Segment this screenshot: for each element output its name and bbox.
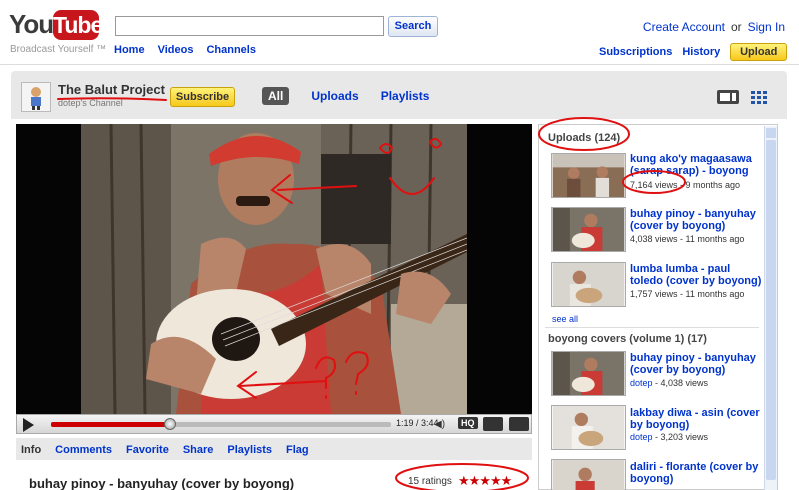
playlist-item-title[interactable]: lakbay diwa - asin (cover by boyong)	[630, 407, 762, 431]
progress-played	[51, 422, 170, 427]
scroll-up-arrow[interactable]	[766, 128, 776, 138]
volume-icon[interactable]: ◀︎)	[434, 419, 445, 430]
play-icon[interactable]	[23, 418, 34, 432]
upload-title[interactable]: lumba lumba - paul toledo (cover by boyo…	[630, 263, 762, 287]
video-thumbnail[interactable]	[551, 207, 626, 252]
upload-meta: 7,164 views - 9 months ago	[630, 180, 741, 190]
playlist-header[interactable]: boyong covers (volume 1) (17)	[548, 333, 707, 345]
upload-age: 11 months ago	[685, 234, 745, 244]
playlist-item-title[interactable]: buhay pinoy - banyuhay (cover by boyong)	[630, 352, 762, 376]
video-thumbnail[interactable]	[551, 405, 626, 450]
upload-button[interactable]: Upload	[730, 43, 788, 61]
view-count: 3,203 views	[660, 432, 709, 442]
logo-you-text: You	[9, 9, 54, 39]
nav-channels[interactable]: Channels	[206, 44, 256, 56]
header-divider	[0, 64, 799, 65]
ratings-count: 15 ratings	[408, 476, 452, 487]
tab-all[interactable]: All	[262, 87, 290, 105]
view-count: 1,757 views	[630, 289, 678, 299]
player-view-icon[interactable]	[716, 89, 740, 105]
video-title: buhay pinoy - banyuhay (cover by boyong)	[29, 476, 295, 490]
logo-tube-text: Tube	[53, 10, 103, 40]
history-link[interactable]: History	[682, 46, 720, 58]
popout-icon[interactable]	[483, 417, 503, 431]
playlist-item-title[interactable]: daliri - florante (cover by boyong)	[630, 461, 762, 485]
playlist-item-meta: dotep - 3,203 views	[630, 432, 709, 442]
youtube-logo[interactable]: You Tube	[9, 9, 103, 45]
view-count: 4,038 views	[630, 234, 678, 244]
search-button[interactable]: Search	[388, 16, 438, 37]
time-display: 1:19 / 3:44	[396, 418, 439, 428]
main-nav: Home Videos Channels	[114, 44, 256, 56]
view-toggle	[716, 89, 772, 105]
owner-link[interactable]: dotep	[630, 378, 653, 388]
tagline: Broadcast Yourself ™	[10, 44, 107, 55]
video-thumbnail[interactable]	[551, 153, 626, 198]
nav-videos[interactable]: Videos	[158, 44, 194, 56]
tab-playlists-info[interactable]: Playlists	[227, 444, 272, 456]
subscribe-button[interactable]: Subscribe	[170, 87, 235, 107]
playlist-item-meta: dotep - 4,038 views	[630, 378, 709, 388]
or-text: or	[730, 20, 742, 34]
youtube-channel-page: You Tube Broadcast Yourself ™ Search Hom…	[0, 0, 799, 490]
see-all-link[interactable]: see all	[552, 314, 578, 324]
create-account-link[interactable]: Create Account	[643, 20, 725, 34]
grid-view-icon[interactable]	[748, 89, 772, 105]
tab-playlists[interactable]: Playlists	[381, 89, 430, 103]
player-controls: 1:19 / 3:44 ◀︎) HQ	[16, 414, 532, 434]
view-count: 7,164 views	[630, 180, 678, 190]
nav-home[interactable]: Home	[114, 44, 145, 56]
section-divider	[545, 327, 759, 328]
info-tabs: Info Comments Favorite Share Playlists F…	[21, 444, 309, 456]
video-thumbnail[interactable]	[551, 459, 626, 490]
account-links: Create Account or Sign In	[643, 20, 785, 34]
video-thumbnail[interactable]	[551, 262, 626, 307]
avatar[interactable]	[21, 82, 51, 112]
tab-comments[interactable]: Comments	[55, 444, 112, 456]
tab-flag[interactable]: Flag	[286, 444, 309, 456]
uploads-header[interactable]: Uploads (124)	[548, 132, 620, 144]
view-count: 4,038 views	[660, 378, 709, 388]
upload-meta: 4,038 views - 11 months ago	[630, 234, 745, 244]
sign-in-link[interactable]: Sign In	[748, 20, 785, 34]
owner-link[interactable]: dotep	[630, 432, 653, 442]
upload-age: 9 months ago	[685, 180, 741, 190]
hq-button[interactable]: HQ	[458, 417, 478, 429]
channel-subtitle[interactable]: dotep's Channel	[58, 98, 123, 108]
tab-favorite[interactable]: Favorite	[126, 444, 169, 456]
video-frame[interactable]	[81, 124, 467, 414]
rating-stars[interactable]: ★★★★★	[458, 473, 512, 489]
upload-title[interactable]: buhay pinoy - banyuhay (cover by boyong)	[630, 208, 762, 232]
tab-uploads[interactable]: Uploads	[311, 89, 358, 103]
tab-info[interactable]: Info	[21, 444, 41, 456]
fullscreen-icon[interactable]	[509, 417, 529, 431]
upload-age: 11 months ago	[685, 289, 745, 299]
upload-title[interactable]: kung ako'y magaasawa (sarap sarap) - boy…	[630, 153, 762, 177]
channel-title[interactable]: The Balut Project	[58, 82, 165, 97]
video-thumbnail[interactable]	[551, 351, 626, 396]
search-input[interactable]	[115, 16, 384, 36]
scroll-thumb[interactable]	[766, 140, 776, 480]
seek-handle[interactable]	[164, 418, 176, 430]
user-nav: Subscriptions History Upload	[599, 43, 788, 61]
subscriptions-link[interactable]: Subscriptions	[599, 46, 672, 58]
upload-meta: 1,757 views - 11 months ago	[630, 289, 745, 299]
tab-share[interactable]: Share	[183, 444, 214, 456]
channel-tabs: All Uploads Playlists	[262, 87, 429, 105]
